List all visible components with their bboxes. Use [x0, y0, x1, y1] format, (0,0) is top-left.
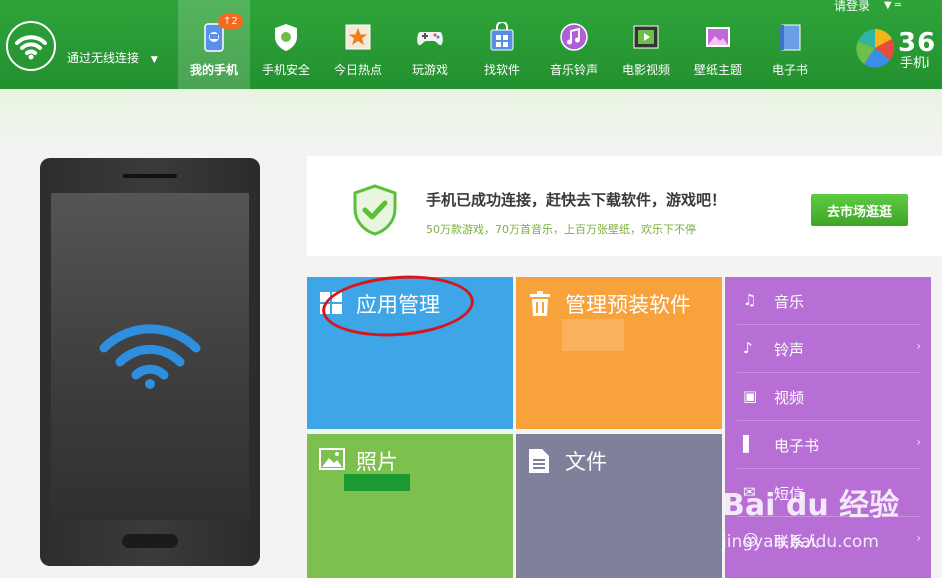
wallpaper-icon — [706, 27, 730, 47]
media-item-ringtones[interactable]: ♪ 铃声 › — [737, 325, 921, 373]
tile-title: 文件 — [565, 450, 607, 474]
nav-ebooks[interactable]: 电子书 — [754, 0, 826, 89]
chevron-down-icon: ▼ — [150, 55, 158, 65]
tile-preinstalled-software[interactable]: 管理预装软件 — [516, 277, 722, 429]
nav-label: 今日热点 — [333, 63, 382, 77]
nav-label: 电子书 — [771, 63, 808, 77]
media-item-label: 电子书 — [774, 437, 820, 455]
connection-banner: 手机已成功连接，赶快去下载软件，游戏吧！ 50万款游戏，70万首音乐，上百万张壁… — [307, 156, 942, 256]
shield-icon — [275, 24, 297, 51]
brand-logo — [856, 28, 895, 68]
brand-subtitle: 手机i — [900, 56, 930, 71]
menu-dropdown-icon[interactable]: ▼ ═ — [884, 0, 901, 11]
music-note-icon: ♫ — [743, 291, 757, 309]
file-icon — [529, 449, 549, 473]
chevron-right-icon: › — [916, 531, 921, 545]
connection-label: 通过无线连接 — [67, 51, 140, 65]
photo-icon — [319, 448, 345, 470]
wifi-status-icon[interactable] — [6, 21, 56, 71]
media-item-ebooks[interactable]: ▌ 电子书 › — [737, 421, 921, 469]
media-item-label: 音乐 — [774, 293, 805, 311]
tile-photos[interactable]: 照片 — [307, 434, 513, 578]
go-to-market-button[interactable]: 去市场逛逛 — [811, 194, 908, 226]
phone-illustration — [40, 158, 260, 566]
nav-music-ringtones[interactable]: 音乐铃声 — [538, 0, 610, 89]
ringtone-icon: ♪ — [743, 339, 753, 357]
media-item-label: 视频 — [774, 389, 805, 407]
banner-title: 手机已成功连接，赶快去下载软件，游戏吧！ — [426, 191, 727, 209]
nav-find-software[interactable]: 找软件 — [466, 0, 538, 89]
nav-label: 电影视频 — [621, 63, 670, 77]
nav-label: 我的手机 — [189, 63, 238, 77]
nav-label: 壁纸主题 — [693, 63, 742, 77]
redacted-count — [344, 474, 410, 491]
banner-subtitle: 50万款游戏，70万首音乐，上百万张壁纸，欢乐下不停 — [426, 223, 696, 236]
ebook-icon — [780, 24, 801, 51]
software-bag-icon — [490, 22, 514, 51]
music-icon — [560, 23, 588, 51]
redacted-count — [562, 319, 624, 351]
nav-label: 玩游戏 — [411, 63, 448, 77]
nav-label: 音乐铃声 — [549, 63, 598, 77]
tile-title: 管理预装软件 — [565, 293, 691, 317]
login-link[interactable]: 请登录 — [834, 0, 870, 14]
media-item-video[interactable]: ▣ 视频 — [737, 373, 921, 421]
update-badge: ↑2 — [218, 14, 243, 29]
film-icon — [633, 25, 659, 49]
video-icon: ▣ — [743, 387, 758, 405]
watermark-url: jingyan.baidu.com — [722, 532, 879, 552]
nav-my-phone[interactable]: ↑2 我的手机 — [178, 0, 250, 89]
chevron-right-icon: › — [916, 435, 921, 449]
nav-label: 手机安全 — [261, 63, 310, 77]
wifi-icon — [99, 324, 201, 389]
media-item-music[interactable]: ♫ 音乐 — [737, 277, 921, 325]
nav-movies-videos[interactable]: 电影视频 — [610, 0, 682, 89]
tile-files[interactable]: 文件 — [516, 434, 722, 578]
trash-icon — [530, 291, 550, 316]
phone-screen — [51, 193, 249, 520]
nav-phone-security[interactable]: 手机安全 — [250, 0, 322, 89]
nav-wallpaper-themes[interactable]: 壁纸主题 — [682, 0, 754, 89]
book-icon: ▌ — [743, 435, 755, 453]
watermark-logo: Bai du 经验 — [722, 488, 900, 523]
connection-dropdown[interactable]: 通过无线连接 ▼ — [67, 49, 158, 66]
nav-play-games[interactable]: 玩游戏 — [394, 0, 466, 89]
top-bar: 通过无线连接 ▼ ↑2 我的手机 手机安全 今日热点 玩游戏 找软件 音乐铃声 … — [0, 0, 942, 89]
tile-title: 照片 — [356, 450, 398, 474]
phone-home-button — [122, 534, 178, 548]
nav-today-hot[interactable]: 今日热点 — [322, 0, 394, 89]
phone-speaker — [123, 174, 177, 178]
media-item-label: 铃声 — [774, 341, 805, 359]
nav-label: 找软件 — [483, 63, 520, 77]
star-icon — [345, 24, 371, 50]
gamepad-icon — [417, 32, 443, 46]
chevron-right-icon: › — [916, 339, 921, 353]
baidu-watermark: Bai du 经验 jingyan.baidu.com — [722, 480, 900, 552]
background-band — [0, 89, 942, 159]
shield-check-icon — [353, 184, 397, 236]
